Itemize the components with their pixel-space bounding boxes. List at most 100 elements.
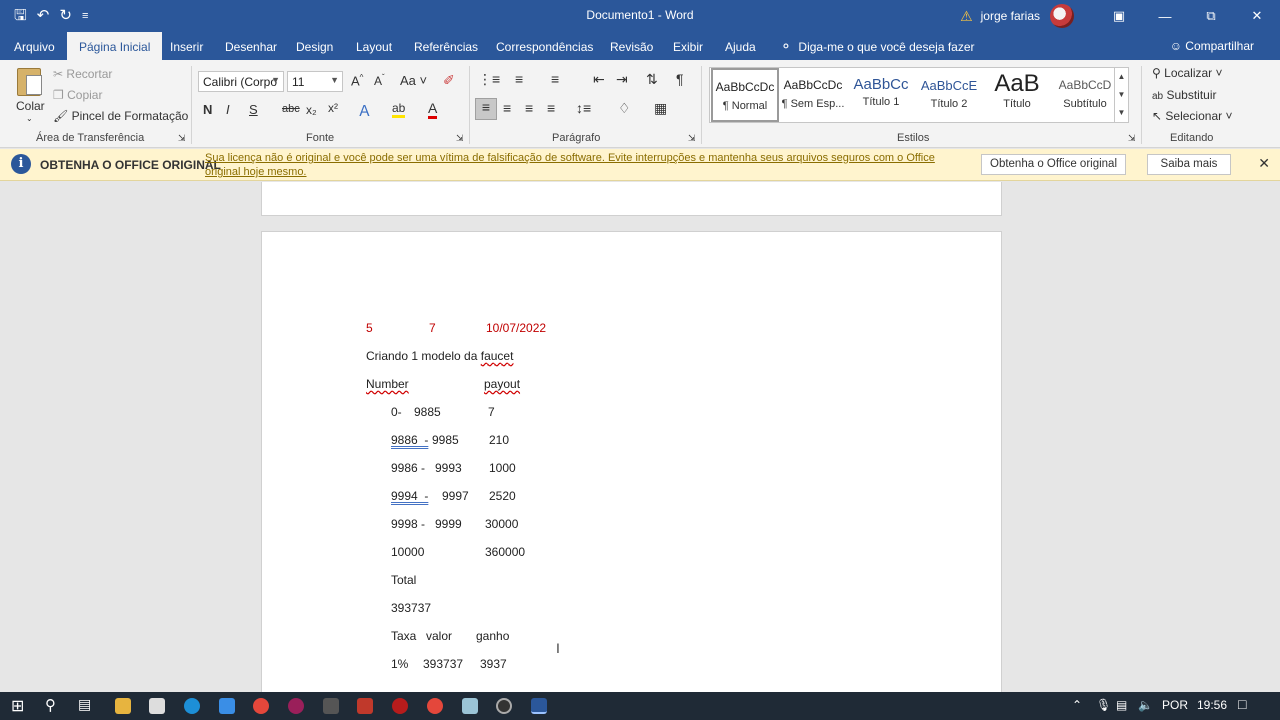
tab-revisao[interactable]: Revisão xyxy=(610,40,653,54)
tab-desenhar[interactable]: Desenhar xyxy=(225,40,277,54)
dialog-launcher-icon[interactable]: ⇲ xyxy=(178,133,186,144)
grow-font-icon[interactable]: A^ xyxy=(351,73,363,88)
chevron-up-icon[interactable]: ▲ xyxy=(1115,68,1128,86)
style-title[interactable]: AaB Título xyxy=(983,68,1051,122)
shading-icon[interactable]: ♢ xyxy=(618,100,631,117)
align-right-icon[interactable]: ≡ xyxy=(525,100,533,116)
minimize-icon[interactable]: — xyxy=(1142,9,1188,24)
user-name[interactable]: jorge farias xyxy=(981,9,1040,23)
tab-inserir[interactable]: Inserir xyxy=(170,40,203,54)
document-page[interactable]: 5 7 10/07/2022 Criando 1 modelo da fauce… xyxy=(261,231,1002,692)
font-name-select[interactable]: Calibri (Corpo ▼ xyxy=(198,71,284,92)
styles-scroll[interactable]: ▲ ▼ ▼ xyxy=(1114,68,1128,122)
change-case-icon[interactable]: Aa ˅ xyxy=(400,73,427,88)
chevron-up-icon[interactable]: ⌃ xyxy=(1072,698,1082,712)
app-icon[interactable] xyxy=(323,698,339,714)
style-heading-2[interactable]: AaBbCcE Título 2 xyxy=(915,68,983,122)
multilevel-list-icon[interactable]: ≡ xyxy=(551,71,559,87)
document-area[interactable]: 5 7 10/07/2022 Criando 1 modelo da fauce… xyxy=(0,182,1280,692)
store-icon[interactable] xyxy=(149,698,165,714)
dialog-launcher-icon[interactable]: ⇲ xyxy=(456,133,464,144)
style-heading-1[interactable]: AaBbCc Título 1 xyxy=(847,68,915,122)
get-office-button[interactable]: Obtenha o Office original xyxy=(981,154,1127,175)
decrease-indent-icon[interactable]: ⇤ xyxy=(593,71,605,88)
superscript-button[interactable]: x² xyxy=(328,101,338,115)
tab-correspondencias[interactable]: Correspondências xyxy=(496,40,593,54)
restore-icon[interactable]: ⧉ xyxy=(1188,8,1234,24)
tab-exibir[interactable]: Exibir xyxy=(673,40,703,54)
underline-button[interactable]: S xyxy=(249,102,258,117)
clear-formatting-icon[interactable]: ✐ xyxy=(443,72,455,89)
format-painter-button[interactable]: 🖌 Pincel de Formatação xyxy=(53,109,188,123)
clipboard-icon[interactable] xyxy=(17,68,42,96)
word-icon[interactable] xyxy=(531,698,547,714)
chevron-down-icon[interactable]: ▼ xyxy=(1115,86,1128,104)
language-indicator[interactable]: POR xyxy=(1162,698,1188,712)
subscript-button[interactable]: x₂ xyxy=(306,103,317,117)
network-icon[interactable]: ▤ xyxy=(1116,698,1127,712)
notifications-icon[interactable]: □ xyxy=(1238,696,1246,712)
font-color-icon[interactable]: A xyxy=(428,100,438,119)
find-button[interactable]: ⚲ Localizar ˅ xyxy=(1152,66,1223,80)
obs-icon[interactable] xyxy=(496,698,512,714)
dialog-launcher-icon[interactable]: ⇲ xyxy=(1128,133,1136,144)
dialog-launcher-icon[interactable]: ⇲ xyxy=(688,133,696,144)
justify-icon[interactable]: ≡ xyxy=(547,100,555,116)
app-icon[interactable] xyxy=(357,698,373,714)
italic-button[interactable]: I xyxy=(226,102,230,117)
file-explorer-icon[interactable] xyxy=(115,698,131,714)
bold-button[interactable]: N xyxy=(203,102,212,117)
font-size-select[interactable]: 11 ▼ xyxy=(287,71,343,92)
share-button[interactable]: ☺ Compartilhar xyxy=(1170,39,1254,53)
increase-indent-icon[interactable]: ⇥ xyxy=(616,71,628,88)
align-left-icon[interactable]: ≡ xyxy=(475,98,497,120)
windows-start-icon[interactable]: ⊞ xyxy=(11,696,24,716)
app-icon[interactable] xyxy=(288,698,304,714)
close-icon[interactable]: ✕ xyxy=(1234,8,1280,24)
paste-button[interactable]: Colar xyxy=(16,99,45,113)
volume-icon[interactable]: 🔈 xyxy=(1138,698,1153,712)
chevron-down-icon[interactable]: ⌄ xyxy=(26,114,33,123)
style-normal[interactable]: AaBbCcDc ¶ Normal xyxy=(711,68,779,122)
select-button[interactable]: ↖ Selecionar ˅ xyxy=(1152,109,1232,123)
edge-icon[interactable] xyxy=(184,698,200,714)
microphone-icon[interactable]: 🎙 xyxy=(1096,698,1111,712)
replace-button[interactable]: ab Substituir xyxy=(1152,88,1217,102)
shrink-font-icon[interactable]: Aˇ xyxy=(374,73,385,88)
style-subtitle[interactable]: AaBbCcD Subtítulo xyxy=(1051,68,1119,122)
mail-icon[interactable] xyxy=(219,698,235,714)
tell-me-search[interactable]: ⚬ Diga-me o que você deseja fazer xyxy=(780,38,975,55)
ribbon-display-icon[interactable]: ▣ xyxy=(1096,8,1142,24)
text-effects-icon[interactable]: Ａ xyxy=(357,100,372,121)
clock[interactable]: 19:56 xyxy=(1197,698,1227,712)
task-view-icon[interactable]: ▤ xyxy=(78,696,91,713)
highlight-icon[interactable]: ab xyxy=(392,101,406,118)
app-icon[interactable] xyxy=(392,698,408,714)
notepad-icon[interactable] xyxy=(462,698,478,714)
tab-referencias[interactable]: Referências xyxy=(414,40,478,54)
numbering-icon[interactable]: ≡ xyxy=(515,71,523,87)
chrome-icon[interactable] xyxy=(427,698,443,714)
tab-design[interactable]: Design xyxy=(296,40,333,54)
close-icon[interactable]: ✕ xyxy=(1258,155,1270,172)
previous-page[interactable] xyxy=(261,182,1002,216)
line-spacing-icon[interactable]: ↕≡ xyxy=(576,100,591,116)
borders-icon[interactable]: ▦ xyxy=(654,100,667,117)
bullets-icon[interactable]: ⋮≡ xyxy=(478,71,500,88)
avatar[interactable] xyxy=(1050,4,1074,28)
learn-more-button[interactable]: Saiba mais xyxy=(1147,154,1231,175)
tab-arquivo[interactable]: Arquivo xyxy=(14,40,55,54)
chrome-icon[interactable] xyxy=(253,698,269,714)
search-icon[interactable]: ⚲ xyxy=(45,696,56,714)
more-icon[interactable]: ▼ xyxy=(1115,104,1128,122)
pilcrow-icon[interactable]: ¶ xyxy=(676,71,684,87)
strikethrough-button[interactable]: abc xyxy=(282,103,300,115)
copy-button[interactable]: ❐ Copiar xyxy=(53,88,102,102)
style-no-spacing[interactable]: AaBbCcDc ¶ Sem Esp... xyxy=(779,68,847,122)
sort-icon[interactable]: ⇅ xyxy=(646,71,658,88)
tab-ajuda[interactable]: Ajuda xyxy=(725,40,756,54)
warning-icon[interactable]: ⚠ xyxy=(960,8,973,25)
tab-layout[interactable]: Layout xyxy=(356,40,392,54)
tab-pagina-inicial[interactable]: Página Inicial xyxy=(67,32,163,60)
cut-button[interactable]: ✂ Recortar xyxy=(53,67,112,81)
